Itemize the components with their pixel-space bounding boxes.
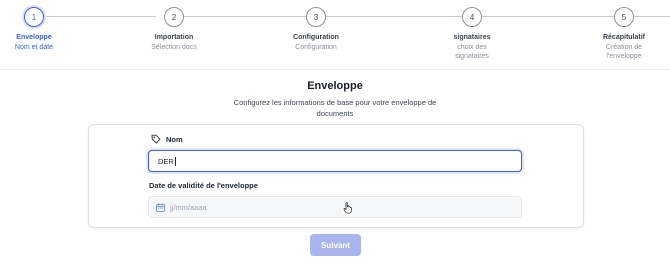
step-title: Importation xyxy=(154,34,194,41)
step-subtitle: Nom et date xyxy=(14,44,54,51)
step-number: 5 xyxy=(614,7,634,27)
step-2-importation[interactable]: 2 Importation Sélection docs xyxy=(134,7,214,52)
step-title: signataires xyxy=(453,34,491,41)
calendar-icon xyxy=(156,202,165,212)
step-3-configuration[interactable]: 3 Configuration Configuration xyxy=(276,7,356,52)
tag-icon xyxy=(151,134,161,144)
step-number: 2 xyxy=(164,7,184,27)
name-field-label: Nom xyxy=(151,134,183,144)
date-input-placeholder: jj/mm/aaaa xyxy=(170,202,207,212)
step-title: Récapitulatif xyxy=(602,34,645,41)
step-subtitle: choix des signataires xyxy=(455,44,489,60)
date-input[interactable]: jj/mm/aaaa xyxy=(148,196,522,218)
step-subtitle: Configuration xyxy=(295,44,337,51)
envelope-form-card: Nom DER Date de validité de l'enveloppe … xyxy=(88,124,584,228)
step-title: Configuration xyxy=(293,34,339,41)
date-label-text: Date de validité de l'enveloppe xyxy=(149,181,258,190)
name-input[interactable]: DER xyxy=(148,150,522,172)
date-field-label: Date de validité de l'enveloppe xyxy=(149,181,258,190)
step-subtitle: Création de l'enveloppe xyxy=(605,44,643,60)
step-title: Enveloppe xyxy=(16,34,52,41)
hand-cursor-icon xyxy=(343,202,352,214)
step-5-recapitulatif[interactable]: 5 Récapitulatif Création de l'enveloppe xyxy=(594,7,654,61)
text-caret xyxy=(174,156,176,166)
step-1-enveloppe[interactable]: 1 Enveloppe Nom et date xyxy=(0,7,74,52)
page-description: Configurez les informations de base pour… xyxy=(233,98,437,118)
step-number: 4 xyxy=(462,7,482,27)
page-title: Enveloppe xyxy=(307,80,363,92)
next-button[interactable]: Suivant xyxy=(310,234,361,256)
step-4-signataires[interactable]: 4 signataires choix des signataires xyxy=(442,7,502,61)
step-number: 1 xyxy=(24,7,44,27)
name-label-text: Nom xyxy=(166,134,183,144)
name-input-value: DER xyxy=(158,156,174,166)
step-number: 3 xyxy=(306,7,326,27)
stepper: 1 Enveloppe Nom et date 2 Importation Sé… xyxy=(0,0,670,70)
step-subtitle: Sélection docs xyxy=(151,44,197,51)
